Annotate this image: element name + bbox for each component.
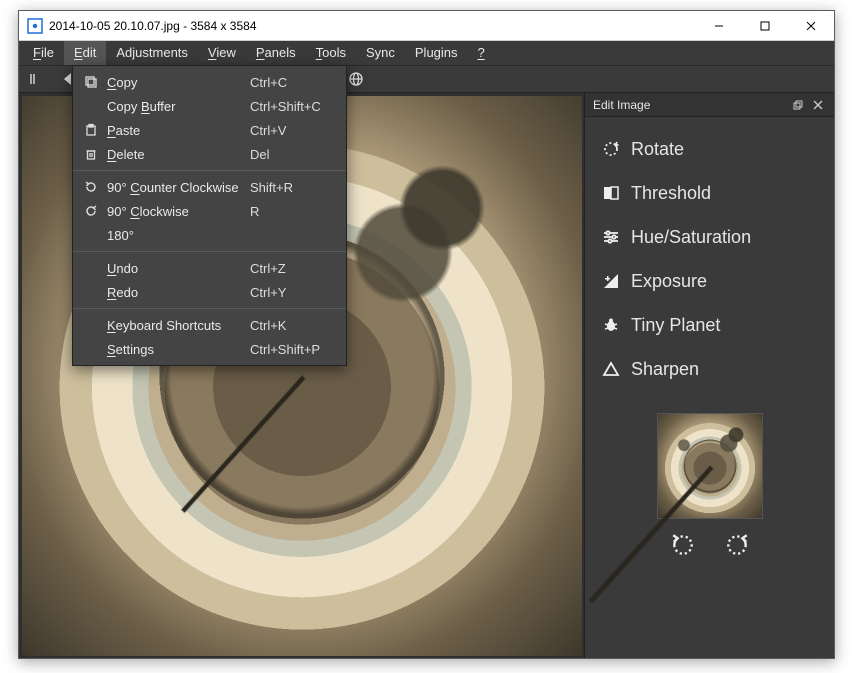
- menu-label: Adjustments: [116, 45, 188, 61]
- panel-item-exposure[interactable]: Exposure: [601, 259, 818, 303]
- panel-item-label: Exposure: [631, 271, 707, 292]
- menu-item-shortcut: Ctrl+Z: [250, 261, 336, 276]
- menu-view[interactable]: View: [198, 41, 246, 65]
- menu-item-label: Redo: [101, 285, 250, 300]
- menu-item-label: 180°: [101, 228, 250, 243]
- menu-item-label: Undo: [101, 261, 250, 276]
- menu-item-label: Delete: [101, 147, 250, 162]
- rotate-ccw-icon: [81, 180, 101, 194]
- menu-item-paste[interactable]: PasteCtrl+V: [73, 118, 346, 142]
- panel-item-label: Tiny Planet: [631, 315, 720, 336]
- menu-label: File: [33, 45, 54, 61]
- menu-item-shortcut: Ctrl+C: [250, 75, 336, 90]
- panel-item-tiny-planet[interactable]: Tiny Planet: [601, 303, 818, 347]
- menu-item-shortcut: Shift+R: [250, 180, 336, 195]
- thumb-rotate-cw-button[interactable]: [723, 531, 751, 559]
- menu-item-label: 90° Counter Clockwise: [101, 180, 250, 195]
- title-bar: 2014-10-05 20.10.07.jpg - 3584 x 3584: [19, 11, 834, 41]
- menu-item-90-counter-clockwise[interactable]: 90° Counter ClockwiseShift+R: [73, 175, 346, 199]
- rotate-cw-icon: [81, 204, 101, 218]
- paste-icon: [81, 123, 101, 137]
- panel-item-label: Sharpen: [631, 359, 699, 380]
- app-icon: [27, 18, 43, 34]
- menu-item-shortcut: Ctrl+Y: [250, 285, 336, 300]
- menu-tools[interactable]: Tools: [306, 41, 356, 65]
- threshold-icon: [601, 183, 621, 203]
- menu-item-label: Copy: [101, 75, 250, 90]
- menu-item-shortcut: Ctrl+Shift+C: [250, 99, 336, 114]
- maximize-button[interactable]: [742, 11, 788, 40]
- copy-icon: [81, 75, 101, 89]
- app-window: 2014-10-05 20.10.07.jpg - 3584 x 3584 Fi…: [18, 10, 835, 659]
- menu-edit[interactable]: Edit: [64, 41, 106, 65]
- menu-file[interactable]: File: [23, 41, 64, 65]
- panel-item-label: Rotate: [631, 139, 684, 160]
- menu-item-keyboard-shortcuts[interactable]: Keyboard ShortcutsCtrl+K: [73, 313, 346, 337]
- menu-panels[interactable]: Panels: [246, 41, 306, 65]
- window-buttons: [696, 11, 834, 40]
- triangle-icon: [601, 359, 621, 379]
- thumbnail-image: [657, 413, 763, 519]
- thumbnail-area: [585, 413, 834, 559]
- panel-item-threshold[interactable]: Threshold: [601, 171, 818, 215]
- menu-label: ?: [478, 45, 485, 61]
- menu-item-copy-buffer[interactable]: Copy BufferCtrl+Shift+C: [73, 94, 346, 118]
- menu-sync[interactable]: Sync: [356, 41, 405, 65]
- menu-label: Edit: [74, 45, 96, 61]
- panel-item-label: Threshold: [631, 183, 711, 204]
- menu-label: Sync: [366, 45, 395, 61]
- delete-icon: [81, 147, 101, 161]
- menu-item-label: Paste: [101, 123, 250, 138]
- panel-item-sharpen[interactable]: Sharpen: [601, 347, 818, 391]
- panel-title: Edit Image: [593, 98, 786, 112]
- menu-item-copy[interactable]: CopyCtrl+C: [73, 70, 346, 94]
- panel-action-list: Rotate Threshold Hue/Saturation Exposure Tin…: [585, 117, 834, 395]
- menu-item-label: 90° Clockwise: [101, 204, 250, 219]
- edit-menu-dropdown: CopyCtrl+CCopy BufferCtrl+Shift+CPasteCt…: [72, 65, 347, 366]
- collapse-icon[interactable]: [27, 70, 45, 88]
- menu-label: View: [208, 45, 236, 61]
- panel-item-label: Hue/Saturation: [631, 227, 751, 248]
- rotate-icon: [601, 139, 621, 159]
- exposure-icon: [601, 271, 621, 291]
- panel-item-hue-saturation[interactable]: Hue/Saturation: [601, 215, 818, 259]
- menu-item-shortcut: R: [250, 204, 336, 219]
- menu-plugins[interactable]: Plugins: [405, 41, 468, 65]
- menu-label: Plugins: [415, 45, 458, 61]
- sliders-icon: [601, 227, 621, 247]
- thumb-rotate-ccw-button[interactable]: [669, 531, 697, 559]
- menu-[interactable]: ?: [468, 41, 495, 65]
- menu-item-label: Copy Buffer: [101, 99, 250, 114]
- menu-label: Panels: [256, 45, 296, 61]
- menu-item-shortcut: Ctrl+Shift+P: [250, 342, 336, 357]
- menu-item-shortcut: Ctrl+V: [250, 123, 336, 138]
- menu-item-label: Keyboard Shortcuts: [101, 318, 250, 333]
- menu-item-180-[interactable]: 180°: [73, 223, 346, 247]
- globe-icon[interactable]: [347, 70, 365, 88]
- menu-adjustments[interactable]: Adjustments: [106, 41, 198, 65]
- menu-item-label: Settings: [101, 342, 250, 357]
- menu-item-redo[interactable]: RedoCtrl+Y: [73, 280, 346, 304]
- panel-header: Edit Image: [585, 93, 834, 117]
- menu-item-settings[interactable]: SettingsCtrl+Shift+P: [73, 337, 346, 361]
- menu-bar: File Edit Adjustments View Panels Tools Sync Pl…: [19, 41, 834, 65]
- panel-close-button[interactable]: [810, 97, 826, 113]
- menu-item-shortcut: Ctrl+K: [250, 318, 336, 333]
- menu-item-90-clockwise[interactable]: 90° ClockwiseR: [73, 199, 346, 223]
- menu-label: Tools: [316, 45, 346, 61]
- panel-item-rotate[interactable]: Rotate: [601, 127, 818, 171]
- bug-icon: [601, 315, 621, 335]
- menu-item-undo[interactable]: UndoCtrl+Z: [73, 256, 346, 280]
- edit-image-panel: Edit Image Rotate Threshold Hue/Saturation…: [584, 93, 834, 658]
- panel-undock-button[interactable]: [790, 97, 806, 113]
- menu-item-shortcut: Del: [250, 147, 336, 162]
- window-title: 2014-10-05 20.10.07.jpg - 3584 x 3584: [49, 19, 696, 33]
- menu-item-delete[interactable]: DeleteDel: [73, 142, 346, 166]
- close-button[interactable]: [788, 11, 834, 40]
- minimize-button[interactable]: [696, 11, 742, 40]
